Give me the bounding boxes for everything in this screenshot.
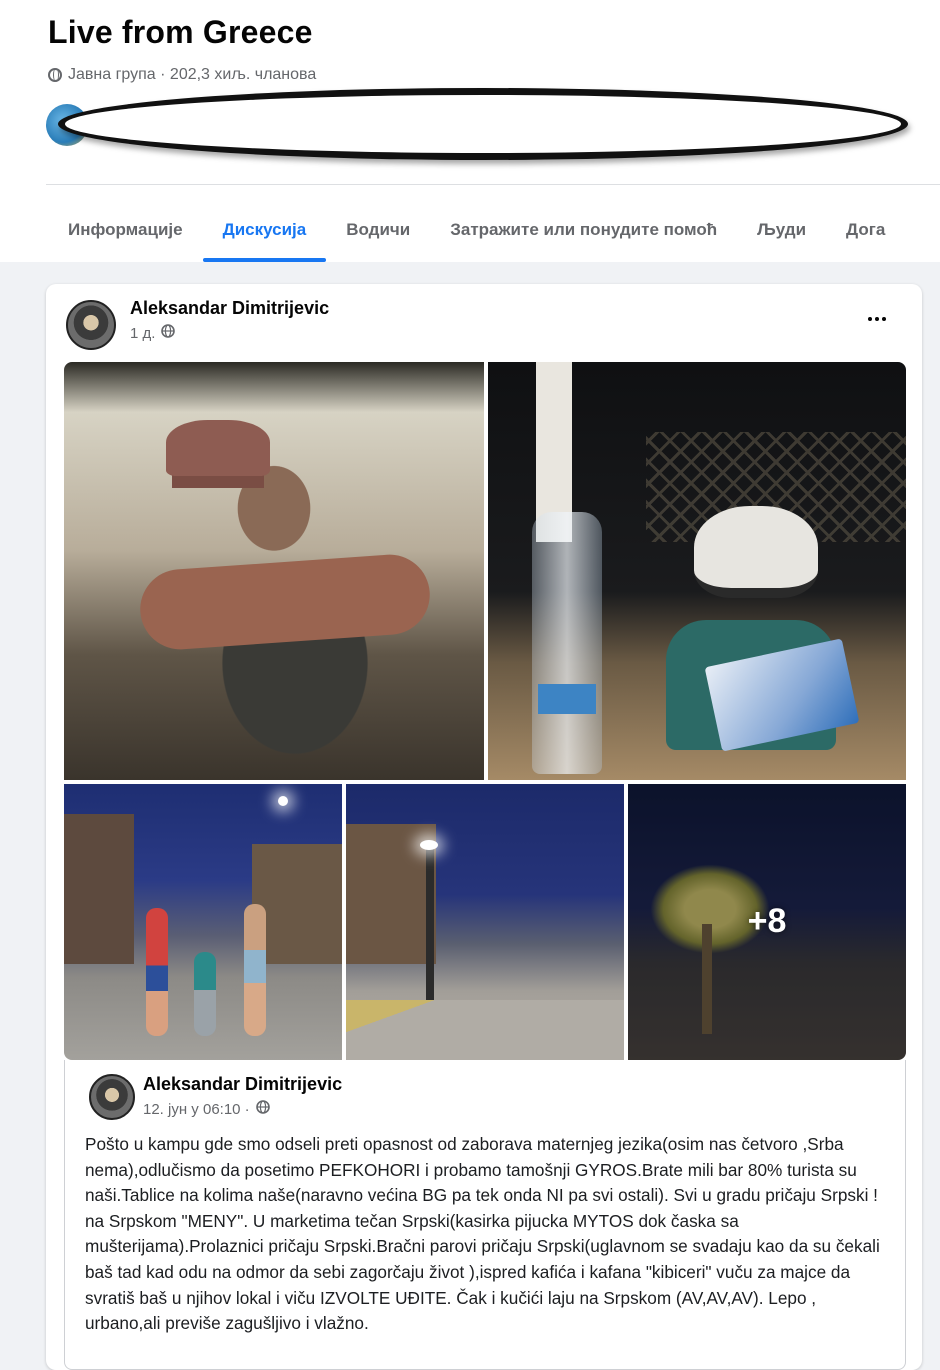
- shared-author[interactable]: Aleksandar Dimitrijevic: [143, 1074, 342, 1095]
- facebook-group-page: Live from Greece Јавна група · 202,3 хиљ…: [0, 0, 940, 1370]
- globe-icon: [255, 1100, 270, 1118]
- photo-detail: [194, 952, 216, 1036]
- globe-icon: [161, 324, 176, 342]
- shared-meta: 12. јун у 06:10 ·: [143, 1100, 270, 1118]
- tab-information[interactable]: Информације: [48, 198, 203, 262]
- photo-detail: [244, 904, 266, 1036]
- redaction-mark: [58, 88, 908, 160]
- tab-ask-offer-help[interactable]: Затражите или понудите помоћ: [430, 198, 737, 262]
- more-dot: [882, 317, 886, 321]
- post-meta: 1 д.: [130, 324, 176, 342]
- photo-detail: [532, 512, 602, 774]
- photo-detail: [278, 796, 288, 806]
- more-dot: [875, 317, 879, 321]
- photo-family-street[interactable]: [64, 784, 342, 1060]
- post-time[interactable]: 1 д.: [130, 325, 155, 342]
- photo-man-in-hat[interactable]: [64, 362, 484, 780]
- photo-detail: [420, 840, 438, 850]
- more-photos-count: +8: [747, 902, 787, 940]
- more-options-button[interactable]: [862, 308, 892, 330]
- group-header: Live from Greece Јавна група · 202,3 хиљ…: [0, 0, 940, 262]
- shared-author-avatar[interactable]: [89, 1074, 135, 1120]
- tab-events[interactable]: Дога: [826, 198, 905, 262]
- post-body-text: Pošto u kampu gde smo odseli preti opasn…: [85, 1134, 880, 1334]
- shared-post[interactable]: Aleksandar Dimitrijevic 12. јун у 06:10 …: [64, 1060, 906, 1370]
- tab-people[interactable]: Људи: [737, 198, 826, 262]
- post-card: Aleksandar Dimitrijevic 1 д. +8 Aleksand…: [46, 284, 922, 1370]
- shared-time[interactable]: 12. јун у 06:10 ·: [143, 1101, 250, 1118]
- photo-child-with-menu[interactable]: [488, 362, 906, 780]
- tab-discussion[interactable]: Дискусија: [202, 198, 327, 262]
- author-avatar[interactable]: [66, 300, 116, 350]
- photo-detail: [166, 420, 270, 476]
- group-tabs: Информације Дискусија Водичи Затражите и…: [48, 198, 905, 262]
- more-horizontal-icon: [868, 317, 872, 321]
- globe-icon: [48, 68, 62, 82]
- group-meta: Јавна група · 202,3 хиљ. чланова: [48, 66, 316, 84]
- group-title[interactable]: Live from Greece: [48, 14, 313, 51]
- tab-guides[interactable]: Водичи: [326, 198, 430, 262]
- group-meta-text[interactable]: Јавна група · 202,3 хиљ. чланова: [68, 66, 316, 84]
- photo-detail: [146, 908, 168, 1036]
- photo-detail: [346, 1000, 624, 1060]
- photo-detail: [64, 814, 134, 964]
- post-author[interactable]: Aleksandar Dimitrijevic: [130, 298, 329, 319]
- photo-detail: [694, 506, 818, 598]
- photo-more-overlay[interactable]: +8: [628, 784, 906, 1060]
- photo-night-street[interactable]: [346, 784, 624, 1060]
- photo-grid: +8: [64, 362, 906, 1060]
- header-divider: [46, 184, 940, 185]
- photo-detail: [137, 551, 433, 653]
